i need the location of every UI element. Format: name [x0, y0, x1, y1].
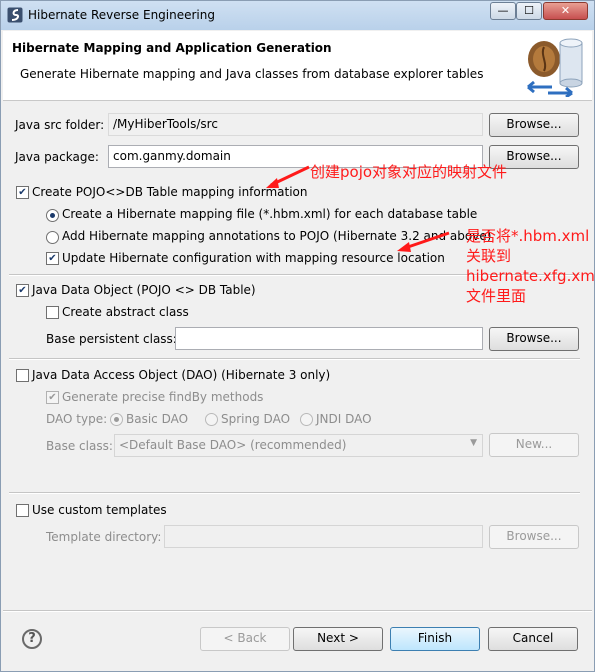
footer-separator: [3, 610, 592, 612]
src-folder-browse-button[interactable]: Browse...: [489, 113, 579, 137]
help-icon[interactable]: ?: [22, 629, 42, 649]
mapping-file-radio[interactable]: [46, 209, 59, 222]
app-icon: [7, 7, 23, 23]
custom-templates-label: Use custom templates: [32, 503, 167, 517]
dao-checkbox[interactable]: [16, 369, 29, 382]
dropdown-arrow-icon: ▼: [470, 438, 477, 448]
jndi-dao-label: JNDI DAO: [316, 412, 372, 426]
wizard-header: Hibernate Mapping and Application Genera…: [3, 31, 592, 101]
dao-base-class-select[interactable]: <Default Base DAO> (recommended) ▼: [114, 434, 483, 457]
java-data-object-label: Java Data Object (POJO <> DB Table): [32, 283, 256, 297]
separator: [9, 358, 580, 360]
java-data-object-checkbox[interactable]: ✔: [16, 284, 29, 297]
dao-base-class-value: <Default Base DAO> (recommended): [119, 438, 347, 452]
back-button[interactable]: < Back: [200, 627, 290, 651]
package-label: Java package:: [15, 150, 99, 164]
mapping-file-label: Create a Hibernate mapping file (*.hbm.x…: [62, 207, 478, 221]
close-button[interactable]: ✕: [543, 2, 588, 20]
wizard-window: Hibernate Reverse Engineering — ☐ ✕ Hibe…: [0, 0, 595, 672]
annotations-radio[interactable]: [46, 231, 59, 244]
database-mapping-icon: [527, 38, 583, 97]
annotation-note-mapping-file: 创建pojo对象对应的映射文件: [310, 163, 508, 181]
findby-label: Generate precise findBy methods: [62, 390, 264, 404]
base-persistent-class-field[interactable]: [175, 327, 483, 350]
page-title: Hibernate Mapping and Application Genera…: [12, 41, 332, 55]
update-config-label: Update Hibernate configuration with mapp…: [62, 251, 445, 265]
annotation-line: hibernate.xfg.xml: [466, 267, 595, 285]
annotation-line: 是否将*.hbm.xml: [466, 227, 590, 245]
title-bar[interactable]: Hibernate Reverse Engineering — ☐ ✕: [1, 1, 594, 30]
src-folder-label: Java src folder:: [15, 118, 105, 132]
findby-checkbox[interactable]: ✔: [46, 391, 59, 404]
spring-dao-radio[interactable]: [205, 413, 218, 426]
template-directory-field[interactable]: [164, 525, 483, 548]
minimize-button[interactable]: —: [490, 2, 516, 20]
pojo-mapping-checkbox[interactable]: ✔: [16, 186, 29, 199]
template-directory-label: Template directory:: [46, 530, 162, 544]
window-title: Hibernate Reverse Engineering: [28, 8, 215, 22]
page-subtitle: Generate Hibernate mapping and Java clas…: [20, 67, 484, 81]
abstract-class-label: Create abstract class: [62, 305, 189, 319]
abstract-class-checkbox[interactable]: [46, 306, 59, 319]
finish-button[interactable]: Finish: [390, 627, 480, 651]
custom-templates-checkbox[interactable]: [16, 504, 29, 517]
base-persistent-class-label: Base persistent class:: [46, 332, 177, 346]
annotation-note-update-config: 是否将*.hbm.xml 关联到 hibernate.xfg.xml 文件里面: [466, 226, 595, 306]
base-persistent-class-browse-button[interactable]: Browse...: [489, 327, 579, 351]
update-config-checkbox[interactable]: ✔: [46, 252, 59, 265]
basic-dao-label: Basic DAO: [126, 412, 189, 426]
dao-label: Java Data Access Object (DAO) (Hibernate…: [32, 368, 331, 382]
annotation-line: 关联到: [466, 247, 512, 265]
dao-new-button[interactable]: New...: [489, 433, 579, 457]
basic-dao-radio[interactable]: [110, 413, 123, 426]
spring-dao-label: Spring DAO: [221, 412, 291, 426]
annotation-arrow-icon: [266, 165, 310, 188]
annotation-line: 文件里面: [466, 287, 527, 305]
maximize-button[interactable]: ☐: [516, 2, 542, 20]
dao-base-class-label: Base class:: [46, 439, 113, 453]
jndi-dao-radio[interactable]: [300, 413, 313, 426]
dao-type-label: DAO type:: [46, 412, 108, 426]
next-button[interactable]: Next >: [293, 627, 383, 651]
cancel-button[interactable]: Cancel: [488, 627, 578, 651]
template-directory-browse-button[interactable]: Browse...: [489, 525, 579, 549]
annotation-arrow-icon: [397, 231, 450, 252]
separator: [9, 492, 580, 494]
src-folder-field[interactable]: /MyHiberTools/src: [108, 113, 483, 136]
